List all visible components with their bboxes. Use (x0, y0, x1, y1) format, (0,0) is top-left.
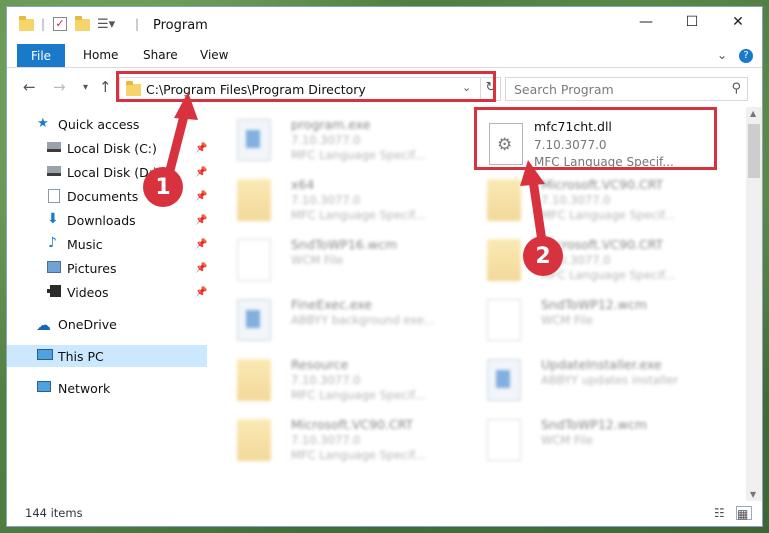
folder-item[interactable]: x64 7.10.3077.0 MFC Language Specif... (212, 171, 462, 229)
downloads-icon: ⬇ (47, 211, 59, 227)
search-input[interactable]: Search Program (514, 82, 614, 97)
star-icon: ★ (37, 116, 49, 131)
folder-icon (487, 239, 521, 281)
cloud-icon: ☁ (36, 316, 51, 334)
folder-icon (237, 419, 271, 461)
navigation-pane: ★ Quick access Local Disk (C:) 📌 Local D… (7, 107, 207, 507)
tab-view[interactable]: View (200, 48, 228, 62)
folder-icon (19, 16, 34, 35)
pin-icon: 📌 (195, 190, 208, 202)
forward-arrow-icon[interactable]: → (53, 78, 66, 96)
window-title: Program (153, 18, 208, 33)
sidebar-item-network[interactable]: Network (7, 377, 207, 399)
customize-toolbar-icon[interactable]: ☰▾ (97, 17, 115, 33)
sidebar-item-this-pc[interactable]: This PC (7, 345, 207, 367)
search-box[interactable]: Search Program ⚲ (505, 77, 748, 101)
tab-share[interactable]: Share (143, 48, 178, 62)
minimize-button[interactable]: — (623, 7, 669, 37)
exe-icon (237, 299, 271, 341)
file-item[interactable]: SndToWP16.wcm WCM File (212, 231, 462, 289)
file-item[interactable]: SndToWP12.wcm WCM File (462, 291, 712, 349)
file-item[interactable]: UpdateInstaller.exe ABBYY updates instal… (462, 351, 712, 409)
title-bar: | ✓ ☰▾ | Program — ☐ ✕ (7, 7, 762, 43)
large-icons-view-icon[interactable]: ▦ (736, 506, 752, 521)
vertical-scrollbar[interactable]: ▲ ▼ (746, 107, 762, 501)
new-folder-icon[interactable] (75, 16, 90, 35)
pictures-icon (47, 261, 61, 273)
drive-icon (47, 142, 61, 152)
step-1-badge: 1 (143, 167, 183, 207)
up-arrow-icon[interactable]: ↑ (99, 78, 112, 96)
sidebar-item-onedrive[interactable]: ☁ OneDrive (7, 313, 207, 335)
file-item[interactable]: program.exe 7.10.3077.0 MFC Language Spe… (212, 111, 462, 169)
separator: | (135, 17, 140, 31)
expand-ribbon-icon[interactable]: ⌄ (717, 48, 727, 62)
sidebar-item-music[interactable]: ♪ Music 📌 (7, 233, 207, 255)
sidebar-item-quick-access[interactable]: ★ Quick access (7, 113, 207, 135)
folder-item[interactable]: Resource 7.10.3077.0 MFC Language Specif… (212, 351, 462, 409)
document-icon (487, 299, 521, 341)
sidebar-item-pictures[interactable]: Pictures 📌 (7, 257, 207, 279)
pin-icon: 📌 (195, 214, 208, 226)
document-icon (487, 419, 521, 461)
folder-item[interactable]: Microsoft.VC90.CRT 7.10.3077.0 MFC Langu… (462, 171, 712, 229)
videos-icon (47, 285, 61, 297)
details-view-icon[interactable]: ☷ (714, 506, 730, 520)
sidebar-item-downloads[interactable]: ⬇ Downloads 📌 (7, 209, 207, 231)
network-icon (37, 381, 51, 392)
step-2-badge: 2 (523, 236, 563, 276)
search-icon[interactable]: ⚲ (731, 81, 741, 96)
exe-icon (487, 359, 521, 401)
scrollbar-thumb[interactable] (748, 124, 760, 178)
pin-icon: 📌 (195, 238, 208, 250)
tab-file[interactable]: File (17, 44, 65, 67)
file-highlight-box (474, 107, 717, 170)
properties-icon[interactable]: ✓ (53, 17, 67, 31)
file-item[interactable]: SndToWP12.wcm WCM File (462, 411, 712, 469)
exe-icon (237, 119, 271, 161)
computer-icon (37, 349, 53, 360)
pin-icon: 📌 (195, 166, 208, 178)
folder-icon (237, 179, 271, 221)
help-icon[interactable]: ? (739, 49, 753, 63)
pin-icon: 📌 (195, 142, 208, 154)
separator: | (41, 17, 46, 31)
folder-icon (237, 359, 271, 401)
sidebar-item-local-disk-c[interactable]: Local Disk (C:) 📌 (7, 137, 207, 159)
back-arrow-icon[interactable]: ← (23, 78, 36, 96)
maximize-button[interactable]: ☐ (669, 7, 715, 37)
folder-item[interactable]: Microsoft.VC90.CRT 7.10.3077.0 MFC Langu… (212, 411, 462, 469)
drive-icon (47, 166, 61, 176)
status-bar: 144 items ☷ ▦ (7, 500, 762, 526)
folder-icon (487, 179, 521, 221)
file-item[interactable]: FineExec.exe ABBYY background exe... (212, 291, 462, 349)
pin-icon: 📌 (195, 286, 208, 298)
scroll-up-icon[interactable]: ▲ (750, 109, 756, 118)
ribbon-tabs: File Home Share View ⌄ ? (7, 43, 762, 68)
tab-home[interactable]: Home (83, 48, 118, 62)
address-bar-highlight (116, 71, 496, 102)
pin-icon: 📌 (195, 262, 208, 274)
sidebar-item-videos[interactable]: Videos 📌 (7, 281, 207, 303)
documents-icon (48, 189, 60, 203)
folder-item[interactable]: Microsoft.VC90.CRT 7.10.3077.0 MFC Langu… (462, 231, 712, 289)
close-button[interactable]: ✕ (715, 7, 761, 37)
scroll-down-icon[interactable]: ▼ (750, 490, 756, 499)
recent-locations-icon[interactable]: ▾ (83, 82, 88, 93)
item-count: 144 items (25, 506, 83, 520)
music-icon: ♪ (48, 235, 57, 251)
document-icon (237, 239, 271, 281)
